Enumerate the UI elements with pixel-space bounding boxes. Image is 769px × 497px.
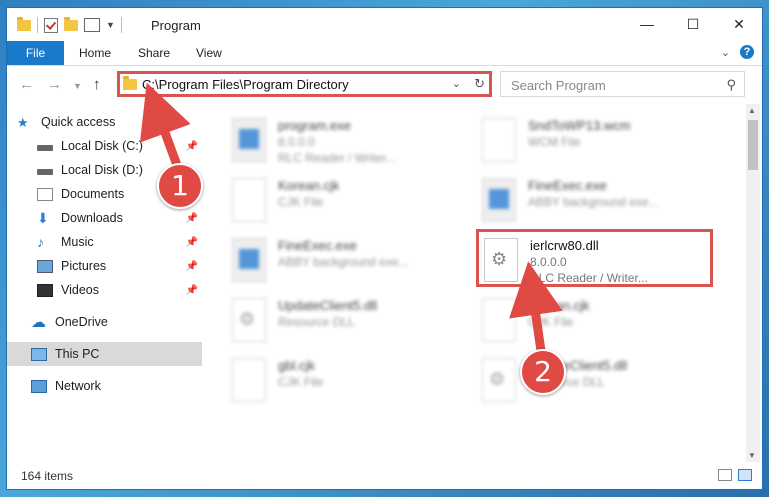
scrollbar-thumb[interactable] <box>748 120 758 170</box>
drive-icon <box>37 168 53 175</box>
refresh-icon[interactable]: ↻ <box>474 76 485 92</box>
forward-arrow-icon[interactable]: → <box>47 76 62 93</box>
document-icon <box>37 187 53 201</box>
navigation-bar: ← → ▼ ↑ C:\Program Files\Program Directo… <box>7 66 762 102</box>
up-arrow-icon[interactable]: ↑ <box>93 76 101 93</box>
folder-icon <box>17 16 31 31</box>
address-path[interactable]: C:\Program Files\Program Directory <box>142 77 349 92</box>
music-note-icon: ♪ <box>37 233 44 250</box>
customize-icon[interactable] <box>84 18 100 32</box>
step-badge-2: 2 <box>520 349 566 395</box>
sidebar-item-onedrive[interactable]: ☁ OneDrive <box>31 310 202 334</box>
minimize-button[interactable]: — <box>624 8 670 40</box>
pin-icon: 📌 <box>185 140 198 152</box>
properties-check-icon[interactable] <box>44 17 58 33</box>
tab-view[interactable]: View <box>196 41 222 65</box>
sidebar-item-this-pc[interactable]: This PC <box>7 342 202 366</box>
large-icons-view-icon[interactable] <box>738 469 752 481</box>
pin-icon: 📌 <box>185 236 198 248</box>
scroll-down-icon[interactable]: ▼ <box>748 451 756 460</box>
scroll-up-icon[interactable]: ▲ <box>748 106 756 115</box>
address-bar[interactable]: C:\Program Files\Program Directory ⌄ ↻ <box>117 71 492 97</box>
close-button[interactable]: ✕ <box>716 8 762 40</box>
address-folder-icon <box>123 76 137 90</box>
generic-file-icon <box>482 118 516 162</box>
search-placeholder: Search Program <box>511 78 606 93</box>
file-tile[interactable]: SndToWP13.wcm WCM File <box>462 114 702 169</box>
pin-icon: 📌 <box>185 260 198 272</box>
star-icon: ★ <box>17 114 29 130</box>
download-arrow-icon: ⬇ <box>37 209 49 226</box>
pin-icon: 📌 <box>185 212 198 224</box>
maximize-button[interactable]: ☐ <box>670 8 716 40</box>
search-input[interactable]: Search Program ⚲ <box>500 71 745 97</box>
cloud-icon: ☁ <box>31 313 46 331</box>
sidebar-item-quick-access[interactable]: ★ Quick access <box>17 110 212 134</box>
sidebar-item-videos[interactable]: Videos 📌 <box>37 278 202 302</box>
address-dropdown-icon[interactable]: ⌄ <box>452 77 461 90</box>
expand-ribbon-icon[interactable]: ⌄ <box>721 46 730 59</box>
generic-file-icon <box>232 358 266 402</box>
exe-file-icon <box>232 118 266 162</box>
sidebar-item-music[interactable]: ♪ Music 📌 <box>37 230 202 254</box>
title-bar: ▼ Program — ☐ ✕ <box>7 8 762 41</box>
item-count: 164 items <box>21 469 74 483</box>
generic-file-icon <box>232 178 266 222</box>
network-icon <box>31 379 47 393</box>
tab-home[interactable]: Home <box>79 41 111 65</box>
computer-icon <box>31 347 47 361</box>
file-tile[interactable]: FineExec.exe ABBY background exe... <box>212 234 452 289</box>
step-badge-1: 1 <box>157 163 203 209</box>
dll-file-icon <box>232 298 266 342</box>
file-highlight-box <box>476 229 713 287</box>
picture-icon <box>37 259 53 273</box>
search-icon[interactable]: ⚲ <box>726 77 736 93</box>
sidebar-item-downloads[interactable]: ⬇ Downloads 📌 <box>37 206 202 230</box>
caption-buttons: — ☐ ✕ <box>624 8 762 40</box>
help-icon[interactable]: ? <box>740 45 754 59</box>
navigation-pane: ★ Quick access Local Disk (C:) 📌 Local D… <box>7 104 207 464</box>
sidebar-item-network[interactable]: Network <box>31 374 202 398</box>
file-tile[interactable]: Korean.cjk CJK File <box>462 294 702 349</box>
window-title: Program <box>151 18 201 33</box>
exe-file-icon <box>482 178 516 222</box>
recent-dropdown-icon[interactable]: ▼ <box>73 81 82 91</box>
file-tile[interactable]: Korean.cjk CJK File <box>212 174 452 229</box>
file-tile[interactable]: UpdateClient5.dll Resource DLL <box>212 294 452 349</box>
dll-file-icon <box>482 358 516 402</box>
sidebar-item-pictures[interactable]: Pictures 📌 <box>37 254 202 278</box>
vertical-scrollbar[interactable]: ▲ ▼ <box>746 104 760 462</box>
quick-access-toolbar: ▼ <box>17 16 122 33</box>
pin-icon: 📌 <box>185 284 198 296</box>
file-tile[interactable]: program.exe 8.0.0.0 RLC Reader / Writer.… <box>212 114 452 169</box>
file-tile[interactable]: FineExec.exe ABBY background exe... <box>462 174 702 229</box>
exe-file-icon <box>232 238 266 282</box>
video-icon <box>37 283 53 297</box>
drive-icon <box>37 144 53 151</box>
status-bar: 164 items <box>7 463 762 489</box>
file-tile[interactable]: UpdateClient5.dll Resource DLL <box>462 354 702 409</box>
file-tile[interactable]: gbl.cjk CJK File <box>212 354 452 409</box>
ribbon-tabs: File Home Share View ⌄ ? <box>7 41 762 66</box>
generic-file-icon <box>482 298 516 342</box>
tab-share[interactable]: Share <box>138 41 170 65</box>
back-arrow-icon[interactable]: ← <box>19 76 34 93</box>
tab-file[interactable]: File <box>7 41 64 65</box>
sidebar-item-local-disk-c[interactable]: Local Disk (C:) 📌 <box>37 134 202 158</box>
details-view-icon[interactable] <box>718 469 732 481</box>
new-folder-icon[interactable] <box>64 16 78 31</box>
qat-dropdown-icon[interactable]: ▼ <box>106 20 115 30</box>
explorer-window: ▼ Program — ☐ ✕ File Home Share View ⌄ ?… <box>6 7 763 490</box>
